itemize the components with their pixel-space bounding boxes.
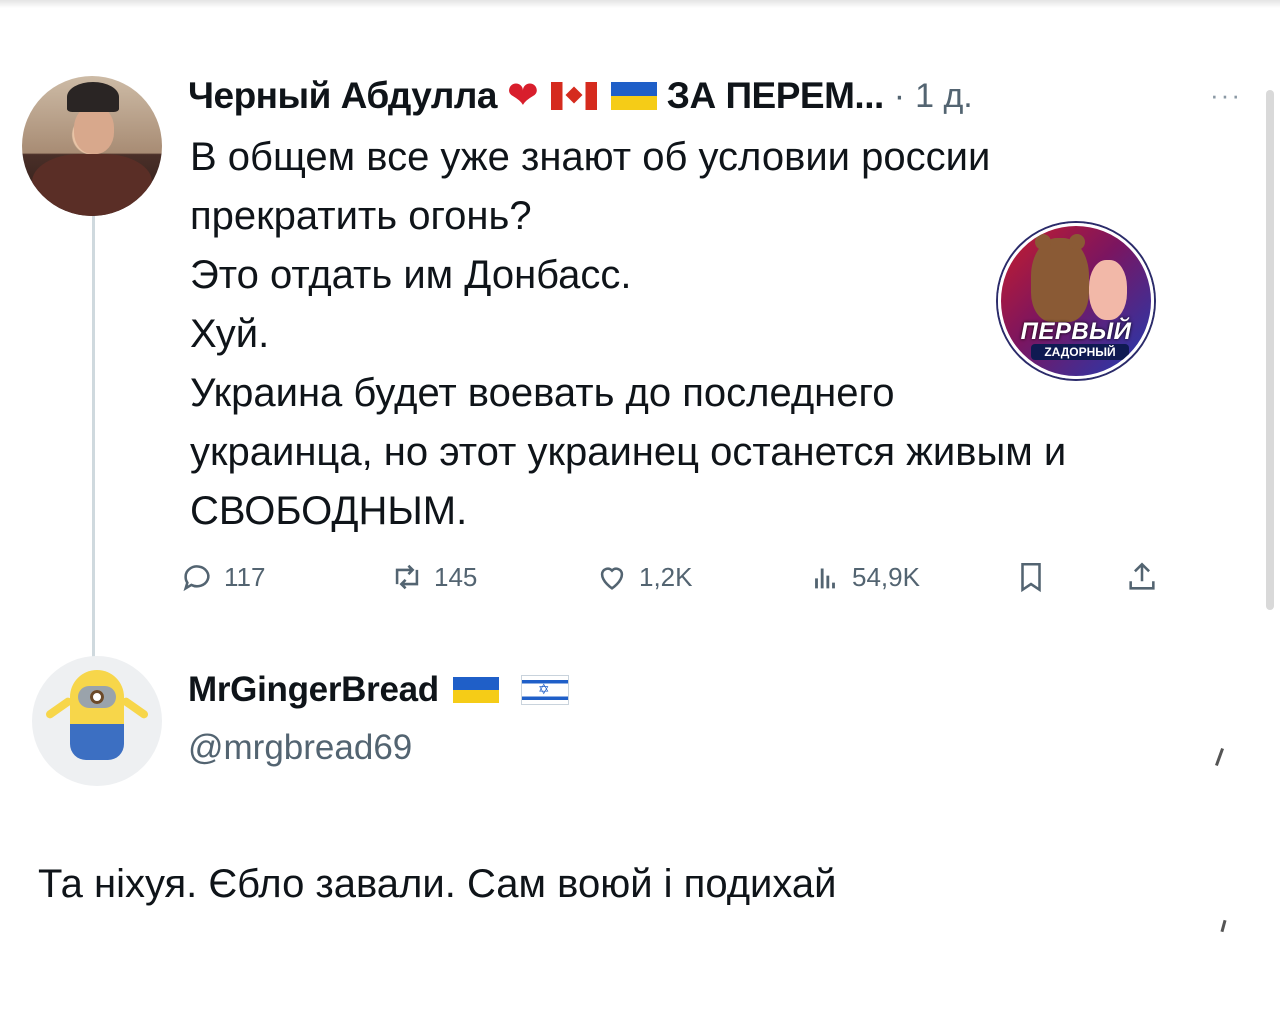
author-name[interactable]: Черный Абдулла: [188, 75, 497, 117]
heart-emoji-icon: ❤: [506, 75, 539, 117]
views-button[interactable]: 54,9K: [808, 560, 920, 594]
share-icon: [1129, 562, 1155, 590]
tweet-timestamp[interactable]: 1 д.: [915, 77, 973, 116]
author-avatar[interactable]: [22, 76, 162, 216]
reply-author-avatar[interactable]: [32, 656, 162, 786]
reply-icon: [183, 565, 210, 592]
bear-illustration: [1031, 234, 1089, 322]
tweet-line: украинца, но этот украинец останется жив…: [190, 430, 1067, 474]
reply-header: MrGingerBread: [188, 670, 569, 710]
israel-flag-icon: [520, 675, 569, 705]
like-icon: [600, 567, 624, 590]
reply-author-handle[interactable]: @mrgbread69: [188, 728, 412, 768]
time-separator: ·: [893, 76, 906, 115]
scroll-mark: [1215, 748, 1224, 766]
like-button[interactable]: 1,2K: [595, 560, 693, 594]
scroll-mark: [1220, 919, 1227, 933]
like-count: 1,2K: [639, 561, 693, 592]
views-icon: [815, 568, 835, 589]
retweet-icon: [395, 564, 419, 590]
canada-flag-icon: [550, 82, 597, 110]
bookmark-button[interactable]: [1014, 560, 1058, 594]
pig-illustration: [1089, 260, 1127, 320]
reply-author-name[interactable]: MrGingerBread: [188, 670, 439, 710]
reply-count: 117: [224, 561, 266, 592]
thread-connector-line: [92, 215, 95, 660]
retweet-count: 145: [434, 561, 478, 592]
more-options-icon[interactable]: ···: [1210, 80, 1242, 111]
tweet-header: Черный Абдулла ❤ ЗА ПЕРЕМ... · 1 д.: [188, 66, 973, 126]
share-button[interactable]: [1125, 560, 1169, 594]
scrollbar[interactable]: [1266, 90, 1274, 610]
channel-watermark-logo: ПЕРВЫЙ ZАДОРНЫЙ: [998, 223, 1154, 379]
tweet-line: СВОБОДНЫМ.: [190, 489, 468, 533]
retweet-button[interactable]: 145: [390, 560, 477, 594]
top-crop-edge: [0, 0, 1280, 8]
tweet-action-bar: 117 145 1,2K 54,9K: [180, 560, 1170, 604]
reply-body: Та ніхуя. Єбло завали. Сам воюй і подиха…: [38, 862, 837, 906]
tweet-line: В общем все уже знают об условии россии: [190, 135, 991, 179]
bookmark-icon: [1021, 562, 1041, 593]
views-count: 54,9K: [852, 561, 920, 592]
watermark-title: ПЕРВЫЙ: [1020, 318, 1132, 345]
ukraine-flag-icon: [452, 677, 499, 703]
ukraine-flag-icon: [610, 82, 657, 110]
watermark-subtitle: ZАДОРНЫЙ: [1031, 344, 1129, 360]
author-tagline: ЗА ПЕРЕМ...: [666, 75, 884, 116]
reply-button[interactable]: 117: [180, 560, 265, 594]
